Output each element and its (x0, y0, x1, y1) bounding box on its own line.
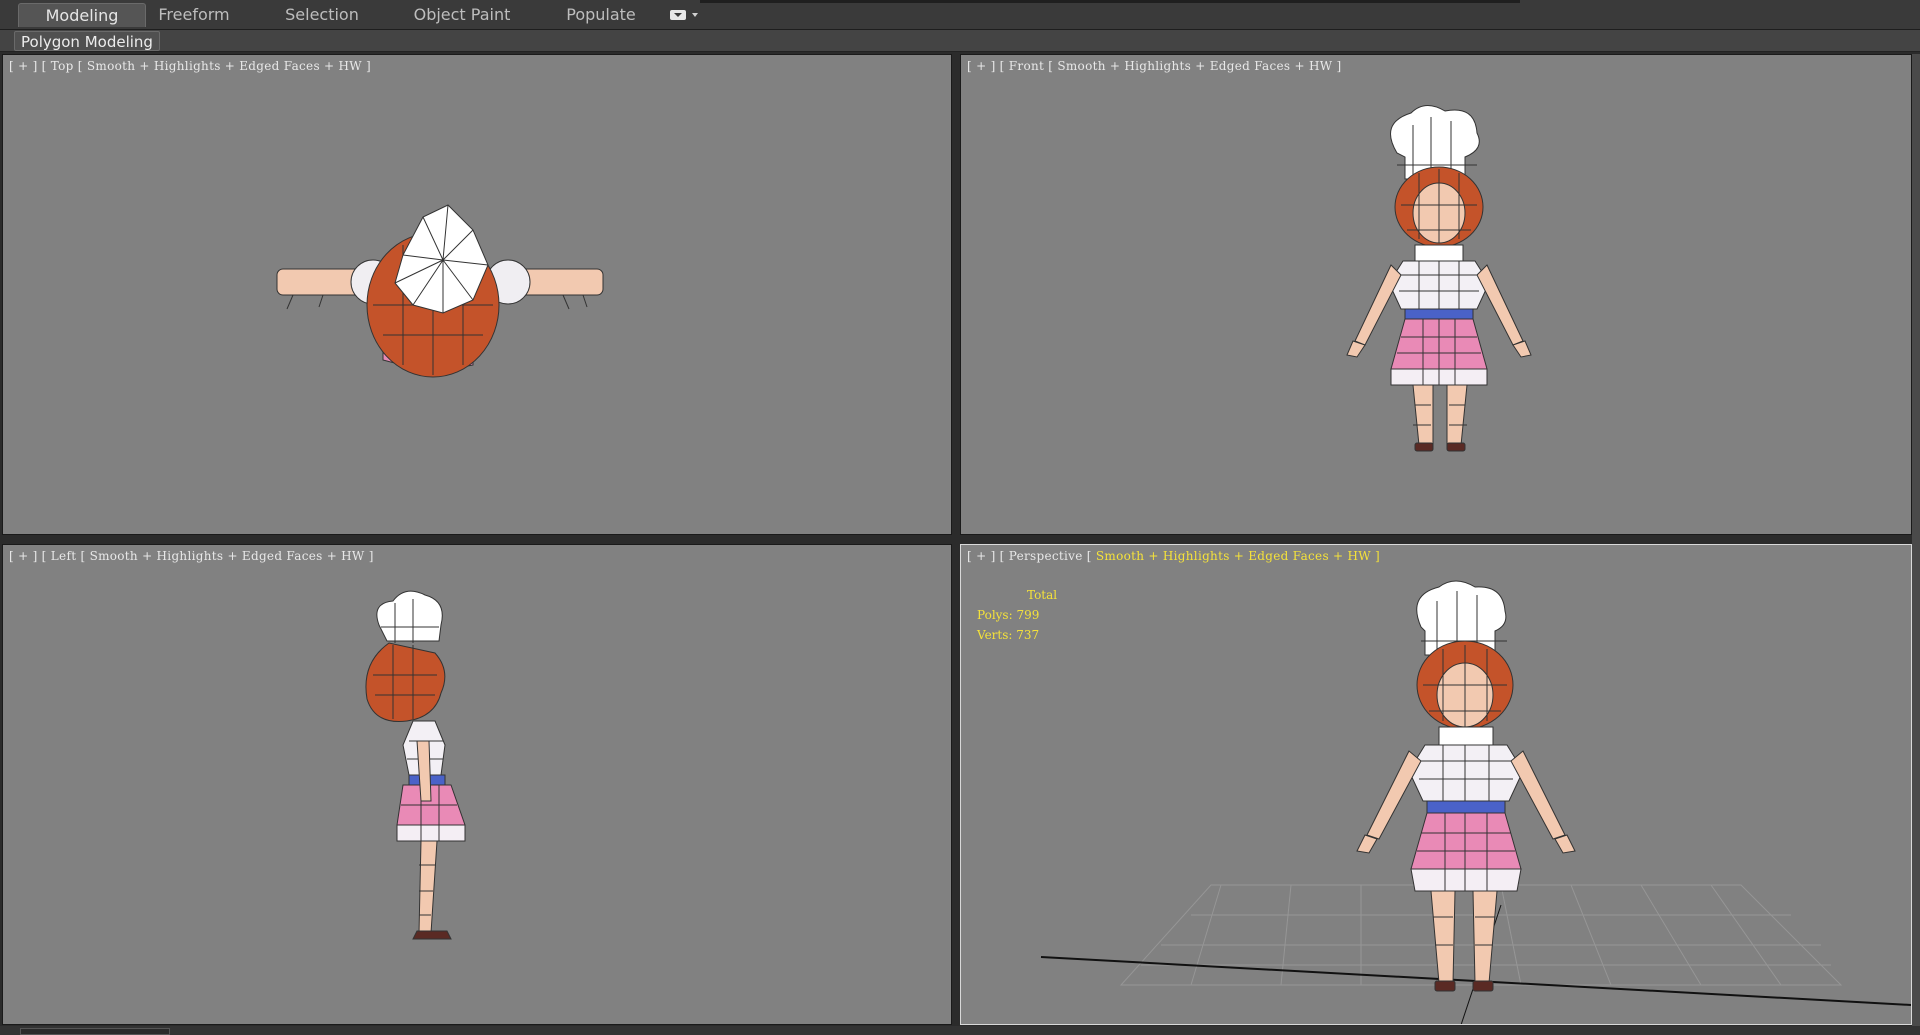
ribbon-panel: Polygon Modeling (0, 30, 1920, 52)
hair (365, 642, 446, 723)
viewport-front[interactable]: [ + ] [ Front [ Smooth + Highlights + Ed… (960, 54, 1912, 535)
chef-hat (376, 590, 443, 642)
tab-populate[interactable]: Populate (556, 3, 646, 27)
left-shoe (1414, 442, 1434, 452)
right-leg (1446, 384, 1468, 446)
left-view-model[interactable] (3, 545, 952, 1025)
time-slider[interactable] (20, 1028, 170, 1035)
right-leg (1472, 890, 1498, 984)
blouse (1408, 744, 1524, 802)
belt (1404, 308, 1474, 320)
left-arm (1354, 264, 1402, 346)
right-shoe (1446, 442, 1466, 452)
left-leg (1412, 384, 1434, 446)
left-arm (1366, 750, 1422, 840)
title-bar-edge (700, 0, 1520, 3)
ribbon-options-button[interactable] (668, 8, 702, 22)
viewport-top[interactable]: [ + ] [ Top [ Smooth + Highlights + Edge… (2, 54, 952, 535)
top-view-model[interactable] (3, 55, 952, 535)
apron (1410, 812, 1522, 870)
collar (1438, 726, 1494, 746)
tab-selection[interactable]: Selection (272, 3, 372, 27)
shoe (412, 930, 452, 940)
viewport-perspective[interactable]: [ + ] [ Perspective [ Smooth + Highlight… (960, 544, 1912, 1025)
collar (1414, 244, 1464, 262)
command-panel-edge (1912, 54, 1920, 1034)
dropdown-box-icon (670, 10, 686, 20)
ribbon-tab-bar: Modeling Freeform Selection Object Paint… (0, 0, 1920, 30)
left-shoe (1434, 980, 1456, 992)
right-arm (1476, 264, 1524, 346)
belt (1426, 800, 1506, 814)
front-view-model[interactable] (961, 55, 1912, 535)
right-arm (1510, 750, 1566, 840)
status-bar (0, 1026, 1920, 1035)
left-leg (1430, 890, 1456, 984)
leg (418, 840, 438, 934)
tab-modeling[interactable]: Modeling (18, 3, 146, 27)
right-shoe (1472, 980, 1494, 992)
chevron-down-icon (692, 13, 698, 17)
polygon-modeling-button[interactable]: Polygon Modeling (14, 31, 160, 51)
viewport-left[interactable]: [ + ] [ Left [ Smooth + Highlights + Edg… (2, 544, 952, 1025)
tab-freeform[interactable]: Freeform (146, 3, 242, 27)
chef-hat (394, 204, 489, 314)
tab-object-paint[interactable]: Object Paint (406, 3, 518, 27)
perspective-view-model[interactable] (961, 545, 1912, 1025)
